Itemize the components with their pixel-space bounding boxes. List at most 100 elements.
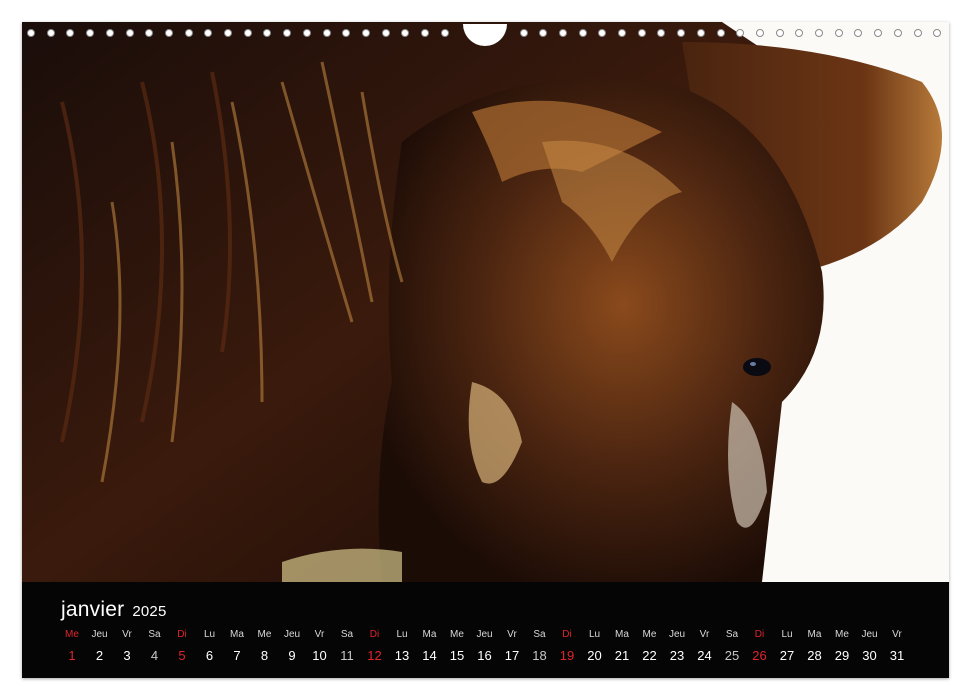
weekday-label: Ma — [230, 629, 244, 640]
day-cell: Vr 24 — [691, 628, 719, 664]
day-cell: Jeu 9 — [278, 628, 306, 664]
binding-hole — [381, 29, 390, 37]
weekday-label: Sa — [340, 629, 354, 640]
year-label: 2025 — [132, 603, 167, 620]
day-cell: Vr 10 — [306, 628, 334, 664]
weekday-label: Jeu — [283, 629, 301, 640]
day-number: 16 — [477, 648, 492, 663]
weekday-label: Ma — [807, 629, 822, 640]
day-cell: Jeu 30 — [856, 628, 884, 664]
day-cell: Ma 14 — [416, 628, 444, 664]
day-number: 8 — [260, 648, 269, 663]
day-number: 28 — [807, 648, 822, 663]
day-cell: Lu 20 — [581, 628, 609, 664]
donkey-photo — [22, 22, 949, 582]
binding-hole — [716, 29, 725, 37]
weekday-label: Di — [369, 629, 380, 640]
day-number: 3 — [123, 648, 131, 663]
day-number: 13 — [394, 648, 410, 663]
binding-hole — [618, 29, 626, 37]
weekday-label: Vr — [699, 629, 710, 640]
weekday-label: Ma — [422, 629, 437, 640]
day-cell: Di 12 — [361, 628, 389, 664]
day-cell: Me 22 — [636, 628, 664, 664]
binding-hole — [815, 29, 823, 37]
days-row: Me 1 Jeu 2 Vr 3 Sa 4 Di 5 Lu 6 Ma 7 Me 8 Jeu 9 Vr 10 Sa 11 Di 1… — [22, 628, 949, 668]
binding-hole — [263, 29, 272, 37]
weekday-label: Jeu — [476, 629, 493, 640]
day-cell: Ma 28 — [801, 628, 829, 664]
day-cell: Di 19 — [553, 628, 581, 664]
binding-hole — [224, 29, 232, 37]
day-number: 11 — [340, 648, 354, 663]
binding-hole — [361, 29, 370, 37]
day-number: 1 — [68, 648, 76, 663]
day-number: 29 — [834, 648, 850, 663]
binding-hole — [164, 29, 173, 37]
day-number: 9 — [288, 648, 296, 663]
day-cell: Me 15 — [443, 628, 471, 664]
day-cell: Vr 17 — [498, 628, 526, 664]
weekday-label: Di — [754, 629, 765, 640]
weekday-label: Sa — [533, 629, 546, 640]
day-number: 17 — [504, 648, 520, 663]
binding-hole — [125, 29, 134, 37]
day-number: 20 — [587, 648, 602, 663]
binding-hole — [854, 29, 863, 37]
binding-hole — [243, 29, 252, 37]
binding-hole — [637, 29, 646, 37]
binding-hole — [755, 29, 764, 37]
weekday-label: Vr — [507, 629, 517, 640]
binding-hole — [539, 29, 548, 37]
day-cell: Me 8 — [251, 628, 279, 664]
binding-hole — [27, 29, 35, 37]
weekday-label: Lu — [588, 629, 601, 640]
day-number: 25 — [724, 648, 740, 663]
binding-hole — [105, 29, 114, 37]
binding-hole — [657, 29, 666, 37]
spiral-binding — [22, 24, 949, 46]
binding-hole — [204, 29, 213, 37]
binding-hole — [66, 29, 75, 37]
binding-hole — [322, 29, 331, 37]
month-title: janvier 2025 — [61, 598, 166, 622]
weekday-label: Sa — [725, 629, 739, 640]
binding-hole — [578, 29, 587, 37]
day-cell: Me 29 — [828, 628, 856, 664]
day-cell: Di 26 — [746, 628, 774, 664]
weekday-label: Jeu — [668, 629, 686, 640]
binding-hole — [342, 29, 351, 37]
day-number: 14 — [422, 648, 437, 663]
binding-hole — [795, 29, 804, 37]
day-cell: Jeu 23 — [663, 628, 691, 664]
day-number: 24 — [697, 648, 712, 663]
day-number: 21 — [614, 648, 630, 663]
day-cell: Lu 6 — [196, 628, 224, 664]
weekday-label: Me — [65, 629, 79, 640]
binding-hole — [440, 29, 449, 37]
weekday-label: Di — [562, 629, 572, 640]
day-cell: Sa 4 — [141, 628, 169, 664]
binding-hole — [913, 29, 922, 37]
day-cell: Me 1 — [58, 628, 86, 664]
binding-hole — [145, 29, 154, 37]
binding-hole — [874, 29, 883, 37]
binding-hole — [184, 29, 193, 37]
day-number: 4 — [150, 648, 159, 663]
binding-hole — [558, 29, 567, 37]
day-cell: Lu 13 — [388, 628, 416, 664]
weekday-label: Lu — [396, 629, 408, 640]
binding-hole — [677, 29, 686, 37]
month-name: janvier — [61, 598, 125, 621]
day-number: 30 — [862, 648, 877, 663]
day-cell: Di 5 — [168, 628, 196, 664]
binding-hole — [696, 29, 705, 37]
day-number: 18 — [532, 648, 547, 663]
binding-hole — [283, 29, 292, 37]
day-number: 10 — [312, 648, 327, 663]
day-number: 19 — [559, 648, 575, 663]
binding-hole — [46, 29, 55, 37]
day-number: 27 — [779, 648, 795, 663]
weekday-label: Jeu — [91, 629, 108, 640]
day-cell: Ma 7 — [223, 628, 251, 664]
